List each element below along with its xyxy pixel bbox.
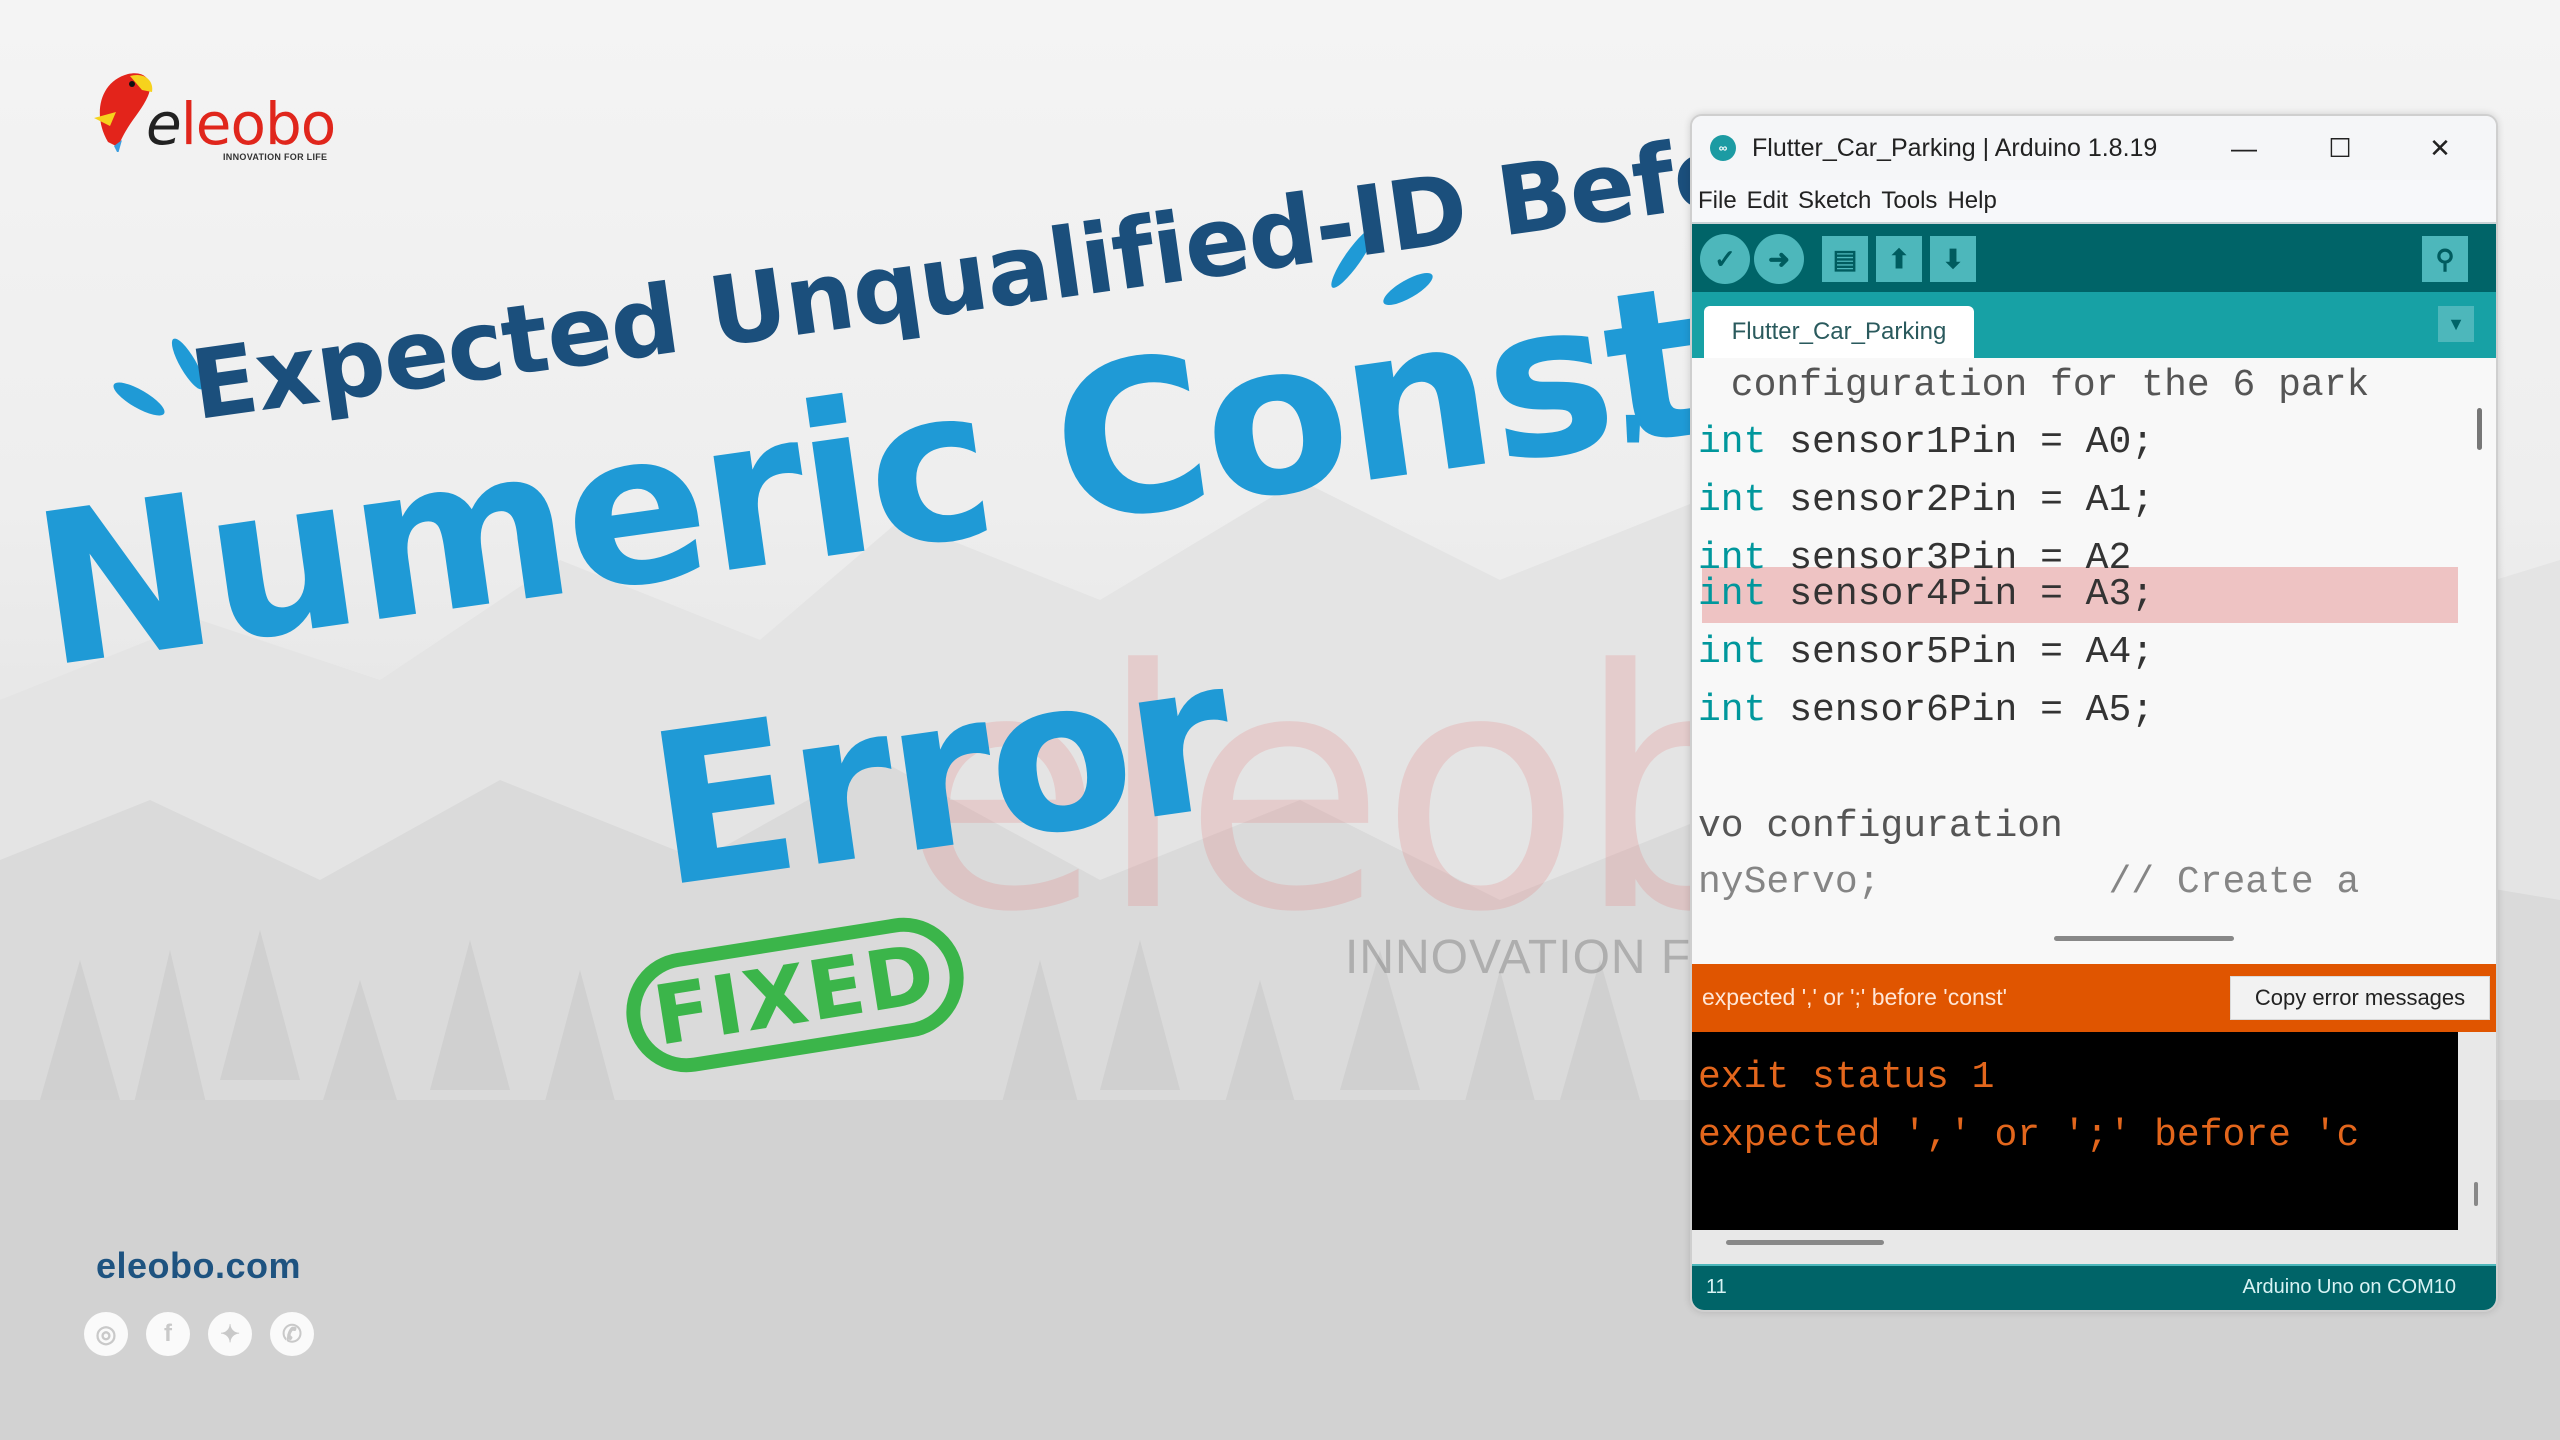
headline-quote: ' bbox=[1620, 392, 1647, 515]
menu-file[interactable]: File bbox=[1698, 187, 1737, 215]
console-line: exit status 1 bbox=[1698, 1056, 1995, 1099]
code-line: nyServo; // Create a bbox=[1698, 861, 2360, 904]
code-line: int sensor6Pin = A5; bbox=[1698, 689, 2155, 732]
open-sketch-button[interactable]: ⬆ bbox=[1876, 236, 1922, 282]
code-line-error: int sensor4Pin = A3; bbox=[1698, 573, 2155, 616]
menu-edit[interactable]: Edit bbox=[1747, 187, 1788, 215]
whatsapp-icon[interactable]: ✆ bbox=[270, 1312, 314, 1356]
toolbar: ✓ ➜ ▤ ⬆ ⬇ ⚲ bbox=[1692, 224, 2496, 292]
new-file-icon: ▤ bbox=[1832, 243, 1858, 274]
chevron-down-icon: ▼ bbox=[2447, 313, 2465, 334]
serial-monitor-button[interactable]: ⚲ bbox=[2422, 236, 2468, 282]
arduino-ide-window: ∞ Flutter_Car_Parking | Arduino 1.8.19 —… bbox=[1690, 114, 2498, 1312]
twitter-icon[interactable]: ✦ bbox=[208, 1312, 252, 1356]
tab-strip: Flutter_Car_Parking ▼ bbox=[1692, 292, 2496, 358]
logo-tagline: INNOVATION FOR LIFE bbox=[223, 152, 328, 162]
editor-horizontal-scrollbar[interactable] bbox=[2054, 936, 2234, 941]
tab-menu-button[interactable]: ▼ bbox=[2438, 306, 2474, 342]
arduino-logo-icon: ∞ bbox=[1710, 135, 1736, 161]
arrow-right-icon: ➜ bbox=[1768, 243, 1790, 274]
editor-vertical-scrollbar[interactable] bbox=[2477, 408, 2482, 450]
error-message: expected ',' or ';' before 'const' bbox=[1702, 984, 2008, 1010]
arrow-up-icon: ⬆ bbox=[1888, 243, 1910, 274]
console-vertical-scrollbar[interactable] bbox=[2458, 1032, 2496, 1230]
current-line-number: 11 bbox=[1706, 1276, 1727, 1298]
copy-error-messages-button[interactable]: Copy error messages bbox=[2230, 976, 2490, 1020]
console-line: expected ',' or ';' before 'c bbox=[1698, 1114, 2360, 1157]
close-button[interactable]: ✕ bbox=[2392, 116, 2488, 180]
website-link[interactable]: eleobo.com bbox=[96, 1245, 301, 1287]
console-horizontal-scrollbar[interactable] bbox=[1692, 1230, 2496, 1264]
console-output[interactable]: exit status 1 expected ',' or ';' before… bbox=[1692, 1032, 2458, 1230]
code-line: int sensor1Pin = A0; bbox=[1698, 421, 2155, 464]
error-bar: expected ',' or ';' before 'const' Copy … bbox=[1692, 964, 2496, 1032]
eleobo-logo[interactable]: eleobo INNOVATION FOR LIFE bbox=[88, 62, 336, 162]
minimize-button[interactable]: — bbox=[2196, 116, 2292, 180]
maximize-button[interactable]: ☐ bbox=[2292, 116, 2388, 180]
arrow-down-icon: ⬇ bbox=[1942, 243, 1964, 274]
menu-sketch[interactable]: Sketch bbox=[1798, 187, 1871, 215]
title-bar[interactable]: ∞ Flutter_Car_Parking | Arduino 1.8.19 —… bbox=[1692, 116, 2496, 180]
status-bar: 11 Arduino Uno on COM10 bbox=[1692, 1264, 2496, 1310]
menu-help[interactable]: Help bbox=[1947, 187, 1996, 215]
social-links: ◎ f ✦ ✆ bbox=[84, 1312, 314, 1356]
code-line: int sensor2Pin = A1; bbox=[1698, 479, 2155, 522]
new-sketch-button[interactable]: ▤ bbox=[1822, 236, 1868, 282]
menu-tools[interactable]: Tools bbox=[1881, 187, 1937, 215]
code-line: vo configuration bbox=[1698, 805, 2063, 848]
tab-flutter-car-parking[interactable]: Flutter_Car_Parking bbox=[1704, 306, 1974, 358]
instagram-icon[interactable]: ◎ bbox=[84, 1312, 128, 1356]
code-line: int sensor5Pin = A4; bbox=[1698, 631, 2155, 674]
menu-bar: File Edit Sketch Tools Help bbox=[1692, 180, 2496, 224]
magnifier-icon: ⚲ bbox=[2435, 243, 2455, 274]
window-title: Flutter_Car_Parking | Arduino 1.8.19 bbox=[1752, 133, 2158, 162]
checkmark-icon: ✓ bbox=[1714, 243, 1736, 274]
board-port-status: Arduino Uno on COM10 bbox=[2242, 1276, 2456, 1298]
code-line: configuration for the 6 park bbox=[1708, 364, 2370, 407]
verify-button[interactable]: ✓ bbox=[1700, 234, 1750, 284]
upload-button[interactable]: ➜ bbox=[1754, 234, 1804, 284]
logo-wordmark: eleobo bbox=[146, 90, 336, 158]
facebook-icon[interactable]: f bbox=[146, 1312, 190, 1356]
save-sketch-button[interactable]: ⬇ bbox=[1930, 236, 1976, 282]
code-editor[interactable]: configuration for the 6 park int sensor1… bbox=[1692, 358, 2496, 964]
